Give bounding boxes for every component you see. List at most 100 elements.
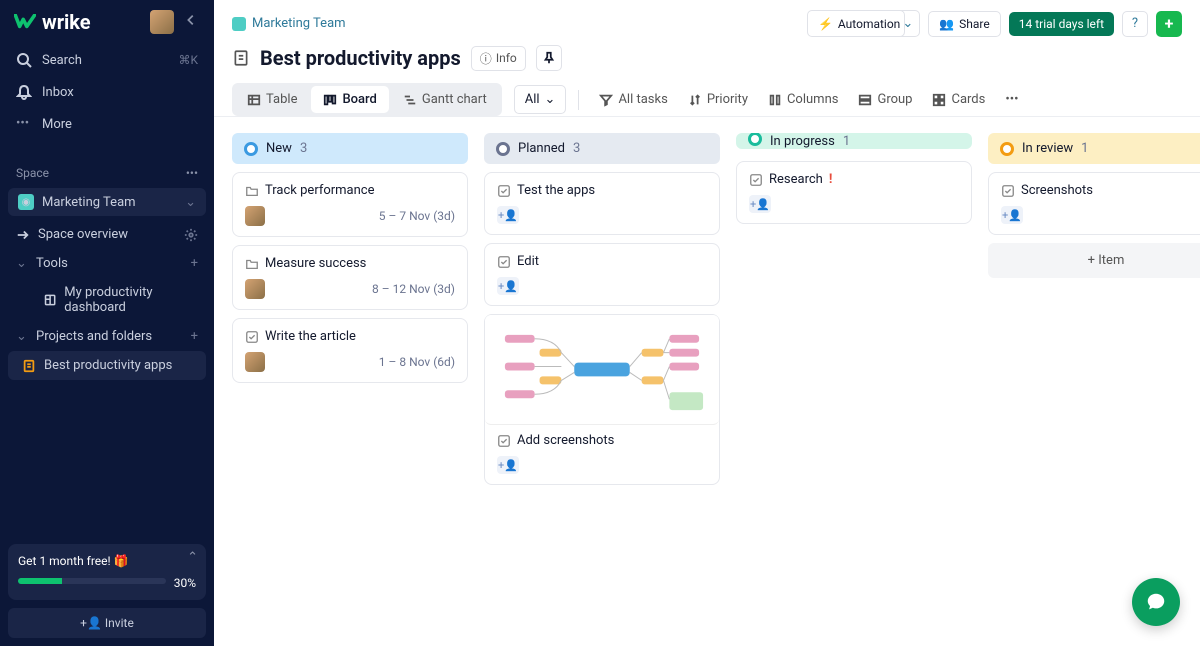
inbox-row[interactable]: Inbox: [0, 76, 214, 108]
invite-button[interactable]: +👤 Invite: [8, 608, 206, 638]
priority-high-icon: !: [829, 172, 833, 187]
pin-button[interactable]: [536, 45, 562, 71]
share-icon: 👥: [939, 17, 954, 31]
task-card[interactable]: Track performance5 – 7 Nov (3d): [232, 172, 468, 237]
card-date: 5 – 7 Nov (3d): [379, 209, 455, 223]
sidebar-collapse-icon[interactable]: [182, 11, 200, 33]
page-header: Marketing Team ⚡ Automation ⌄ 👥 Share 14…: [214, 0, 1200, 37]
breadcrumb-space[interactable]: Marketing Team: [252, 16, 346, 31]
tab-table-label: Table: [266, 92, 297, 107]
chevron-up-icon[interactable]: ⌃: [187, 550, 198, 565]
task-icon: [245, 330, 259, 344]
projects-row[interactable]: ⌄ Projects and folders +: [0, 322, 214, 351]
pin-icon: [542, 51, 556, 65]
info-button[interactable]: ⓘ Info: [471, 46, 526, 71]
cards-button[interactable]: Cards: [924, 86, 993, 113]
status-icon: [748, 133, 762, 146]
all-tasks-label: All tasks: [618, 92, 667, 107]
chat-icon: [1145, 591, 1167, 613]
search-row[interactable]: Search ⌘K: [0, 44, 214, 76]
automation-button[interactable]: ⚡ Automation: [807, 10, 905, 37]
assignee-avatar[interactable]: [245, 279, 265, 299]
task-card[interactable]: Edit+👤: [484, 243, 720, 306]
share-button[interactable]: 👥 Share: [928, 11, 1001, 37]
avatar[interactable]: [150, 10, 174, 34]
card-title: Research: [769, 172, 823, 187]
task-card[interactable]: Screenshots+👤: [988, 172, 1200, 235]
mindmap-thumbnail: [485, 315, 719, 425]
gear-icon[interactable]: [184, 228, 198, 242]
group-button[interactable]: Group: [850, 86, 920, 113]
assignee-avatar[interactable]: [245, 206, 265, 226]
column-header[interactable]: New 3: [232, 133, 468, 164]
task-card[interactable]: Test the apps +👤: [484, 172, 720, 235]
tab-board[interactable]: Board: [311, 86, 388, 113]
card-title: Test the apps: [517, 183, 595, 198]
space-menu-icon[interactable]: •••: [186, 166, 198, 180]
sidebar: wrike Search ⌘K Inbox ••• More Space •••…: [0, 0, 214, 646]
space-overview-row[interactable]: Space overview: [0, 220, 214, 249]
space-badge-icon: ◉: [18, 194, 34, 210]
assign-button[interactable]: +👤: [497, 277, 519, 295]
task-card[interactable]: Research ! +👤: [736, 161, 972, 224]
task-card[interactable]: Measure success8 – 12 Nov (3d): [232, 245, 468, 310]
status-icon: [244, 142, 258, 156]
assignee-avatar[interactable]: [245, 352, 265, 372]
columns-icon: [768, 93, 782, 107]
status-icon: [1000, 142, 1014, 156]
column-header[interactable]: In review 1: [988, 133, 1200, 164]
chat-fab[interactable]: [1132, 578, 1180, 626]
trial-badge[interactable]: 14 trial days left: [1009, 12, 1114, 36]
project-icon: [232, 49, 250, 67]
sidebar-project-active[interactable]: Best productivity apps: [8, 351, 206, 380]
toolbar-more[interactable]: •••: [997, 86, 1026, 113]
funnel-icon: [599, 93, 613, 107]
folder-icon: [245, 184, 259, 198]
column-header[interactable]: Planned 3: [484, 133, 720, 164]
tools-row[interactable]: ⌄ Tools +: [0, 249, 214, 278]
add-tool-icon[interactable]: +: [191, 256, 198, 271]
progress-percent: 30%: [174, 576, 196, 590]
tab-table[interactable]: Table: [235, 86, 309, 113]
filter-all-label: All: [525, 92, 540, 107]
view-toolbar: Table Board Gantt chart All ⌄ All tasks …: [214, 83, 1200, 117]
column-name: Planned: [518, 141, 565, 156]
more-label: More: [42, 117, 72, 132]
space-name: Marketing Team: [42, 195, 136, 210]
promo-card[interactable]: ⌃ Get 1 month free! 🎁 30%: [8, 544, 206, 600]
column-count: 1: [1081, 141, 1088, 156]
more-row[interactable]: ••• More: [0, 108, 214, 140]
columns-label: Columns: [787, 92, 839, 107]
help-button[interactable]: ?: [1122, 11, 1148, 37]
tab-gantt[interactable]: Gantt chart: [391, 86, 499, 113]
space-selector[interactable]: ◉ Marketing Team ⌄: [8, 188, 206, 216]
board-column-review: In review 1 Screenshots+👤 + Item: [988, 133, 1200, 278]
filter-all-tasks[interactable]: All tasks: [591, 86, 675, 113]
card-title: Measure success: [265, 256, 366, 271]
add-item-button[interactable]: + Item: [988, 243, 1200, 278]
automation-dropdown[interactable]: ⌄: [896, 10, 920, 37]
group-icon: [858, 93, 872, 107]
sort-priority[interactable]: Priority: [680, 86, 756, 113]
filter-all[interactable]: All ⌄: [514, 85, 567, 114]
app-logo[interactable]: wrike: [14, 10, 91, 34]
column-header[interactable]: In progress 1: [736, 133, 972, 149]
more-icon: •••: [16, 116, 32, 132]
assign-button[interactable]: +👤: [497, 456, 519, 474]
columns-button[interactable]: Columns: [760, 86, 847, 113]
column-count: 3: [573, 141, 580, 156]
add-project-icon[interactable]: +: [191, 329, 198, 344]
space-label: Space: [16, 166, 49, 180]
dashboard-row[interactable]: My productivity dashboard: [0, 278, 214, 322]
assign-button[interactable]: +👤: [1001, 206, 1023, 224]
page-title: Best productivity apps: [260, 46, 461, 70]
project-name: Best productivity apps: [44, 358, 172, 373]
board: New 3 Track performance5 – 7 Nov (3d) Meas…: [214, 117, 1200, 646]
gantt-icon: [403, 93, 417, 107]
assign-button[interactable]: +👤: [497, 206, 519, 224]
global-add-button[interactable]: +: [1156, 11, 1182, 37]
assign-button[interactable]: +👤: [749, 195, 771, 213]
task-card[interactable]: Add screenshots+👤: [484, 314, 720, 485]
task-card[interactable]: Write the article1 – 8 Nov (6d): [232, 318, 468, 383]
progress-bar: [18, 578, 166, 584]
